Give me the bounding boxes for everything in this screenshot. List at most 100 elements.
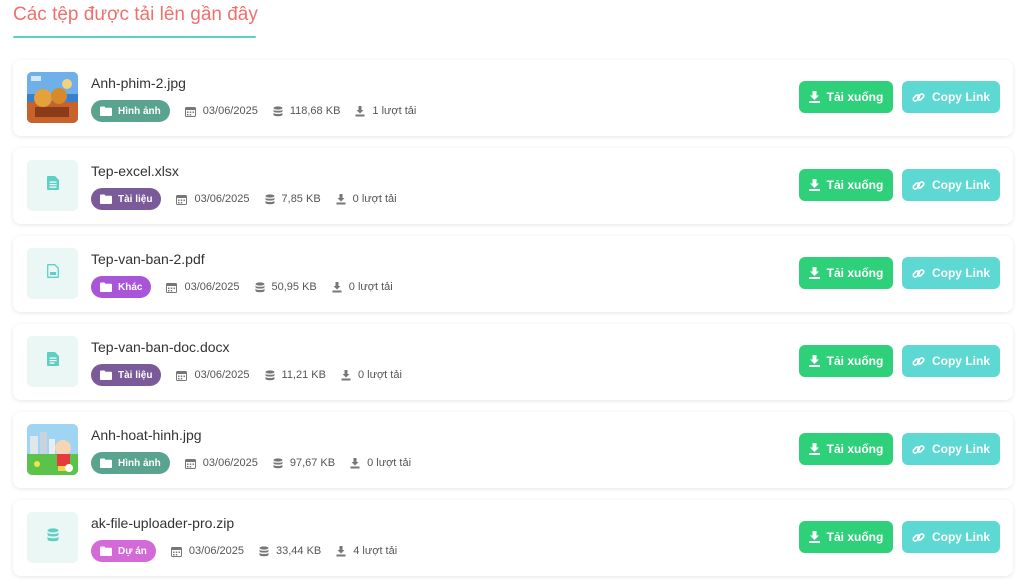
file-thumbnail[interactable] — [27, 512, 78, 563]
copy-link-button[interactable]: Copy Link — [902, 257, 1000, 289]
file-thumbnail[interactable] — [27, 424, 78, 475]
download-icon — [332, 281, 342, 293]
file-size: 118,68 KB — [273, 105, 341, 117]
file-name[interactable]: Tep-excel.xlsx — [91, 163, 179, 179]
download-icon — [336, 545, 346, 557]
folder-icon — [100, 370, 112, 380]
section-header: Các tệp được tải lên gần đây — [0, 0, 1024, 40]
date-text: 03/06/2025 — [188, 545, 244, 557]
link-icon — [912, 443, 925, 456]
category-badge: Tài liệu — [91, 364, 162, 386]
downloads-text: 0 lượt tải — [352, 193, 397, 205]
download-icon — [808, 267, 820, 279]
date-text: 03/06/2025 — [202, 457, 258, 469]
date-text: 03/06/2025 — [184, 281, 240, 293]
calendar-icon — [166, 282, 178, 293]
file-list: Anh-phim-2.jpg Hình ảnh 03/06/2025 118,6… — [13, 60, 1013, 588]
copy-label: Copy Link — [931, 530, 990, 544]
copy-link-button[interactable]: Copy Link — [902, 521, 1000, 553]
download-icon — [808, 443, 820, 455]
download-count: 0 lượt tải — [341, 369, 402, 381]
download-button[interactable]: Tải xuống — [799, 521, 893, 553]
file-size: 11,21 KB — [265, 369, 326, 381]
link-icon — [912, 355, 925, 368]
file-card: Anh-phim-2.jpg Hình ảnh 03/06/2025 118,6… — [13, 60, 1013, 136]
pdf-file-icon — [46, 264, 59, 283]
database-icon — [273, 105, 283, 117]
copy-label: Copy Link — [931, 178, 990, 192]
file-size: 97,67 KB — [273, 457, 335, 469]
file-thumbnail[interactable] — [27, 72, 78, 123]
downloads-text: 0 lượt tải — [367, 457, 412, 469]
file-card: Tep-excel.xlsx Tài liệu 03/06/2025 7,85 … — [13, 148, 1013, 224]
spreadsheet-icon — [46, 176, 59, 195]
database-icon — [265, 369, 275, 381]
database-icon — [47, 528, 59, 547]
download-count: 1 lượt tải — [355, 105, 416, 117]
calendar-icon — [176, 194, 188, 205]
download-label: Tải xuống — [826, 530, 884, 544]
download-icon — [808, 531, 820, 543]
file-name[interactable]: Anh-phim-2.jpg — [91, 75, 186, 91]
file-name[interactable]: Tep-van-ban-2.pdf — [91, 251, 205, 267]
calendar-icon — [170, 546, 182, 557]
downloads-text: 0 lượt tải — [348, 281, 393, 293]
date-text: 03/06/2025 — [194, 369, 250, 381]
file-meta: Khác 03/06/2025 50,95 KB 0 lượt tải — [91, 275, 393, 299]
file-meta: Tài liệu 03/06/2025 7,85 KB 0 lượt tải — [91, 187, 397, 211]
category-label: Khác — [118, 281, 143, 293]
folder-icon — [100, 194, 112, 204]
calendar-icon — [184, 106, 196, 117]
file-name[interactable]: ak-file-uploader-pro.zip — [91, 515, 234, 531]
file-name[interactable]: Tep-van-ban-doc.docx — [91, 339, 230, 355]
file-size: 33,44 KB — [259, 545, 321, 557]
copy-label: Copy Link — [931, 354, 990, 368]
copy-link-button[interactable]: Copy Link — [902, 345, 1000, 377]
download-icon — [336, 193, 346, 205]
link-icon — [912, 267, 925, 280]
size-text: 118,68 KB — [289, 105, 341, 117]
download-button[interactable]: Tải xuống — [799, 345, 893, 377]
calendar-icon — [176, 370, 188, 381]
download-button[interactable]: Tải xuống — [799, 169, 893, 201]
link-icon — [912, 91, 925, 104]
file-size: 7,85 KB — [265, 193, 321, 205]
downloads-text: 4 lượt tải — [353, 545, 398, 557]
copy-label: Copy Link — [931, 266, 990, 280]
download-button[interactable]: Tải xuống — [799, 433, 893, 465]
category-badge: Khác — [91, 276, 152, 298]
copy-link-button[interactable]: Copy Link — [902, 433, 1000, 465]
category-badge: Tài liệu — [91, 188, 162, 210]
downloads-text: 0 lượt tải — [357, 369, 402, 381]
page-title: Các tệp được tải lên gần đây — [13, 4, 258, 25]
category-label: Tài liệu — [118, 193, 153, 205]
category-label: Hình ảnh — [118, 457, 161, 469]
category-badge: Hình ảnh — [91, 100, 170, 122]
file-thumbnail[interactable] — [27, 160, 78, 211]
database-icon — [255, 281, 265, 293]
download-button[interactable]: Tải xuống — [799, 257, 893, 289]
download-count: 0 lượt tải — [350, 457, 411, 469]
file-size: 50,95 KB — [255, 281, 317, 293]
download-icon — [808, 179, 820, 191]
folder-icon — [100, 282, 112, 292]
size-text: 7,85 KB — [281, 193, 321, 205]
file-thumbnail[interactable] — [27, 336, 78, 387]
movie-image-thumbnail — [27, 72, 78, 123]
file-card: Tep-van-ban-2.pdf Khác 03/06/2025 50,95 … — [13, 236, 1013, 312]
file-name[interactable]: Anh-hoat-hinh.jpg — [91, 427, 202, 443]
upload-date: 03/06/2025 — [170, 545, 244, 557]
database-icon — [259, 545, 269, 557]
upload-date: 03/06/2025 — [184, 105, 258, 117]
size-text: 50,95 KB — [271, 281, 317, 293]
download-button[interactable]: Tải xuống — [799, 81, 893, 113]
database-icon — [265, 193, 275, 205]
copy-link-button[interactable]: Copy Link — [902, 169, 1000, 201]
download-icon — [808, 91, 820, 103]
copy-link-button[interactable]: Copy Link — [902, 81, 1000, 113]
category-label: Dự án — [118, 545, 147, 557]
download-label: Tải xuống — [826, 354, 884, 368]
size-text: 97,67 KB — [289, 457, 336, 469]
file-meta: Hình ảnh 03/06/2025 118,68 KB 1 lượt tải — [91, 99, 416, 123]
file-thumbnail[interactable] — [27, 248, 78, 299]
